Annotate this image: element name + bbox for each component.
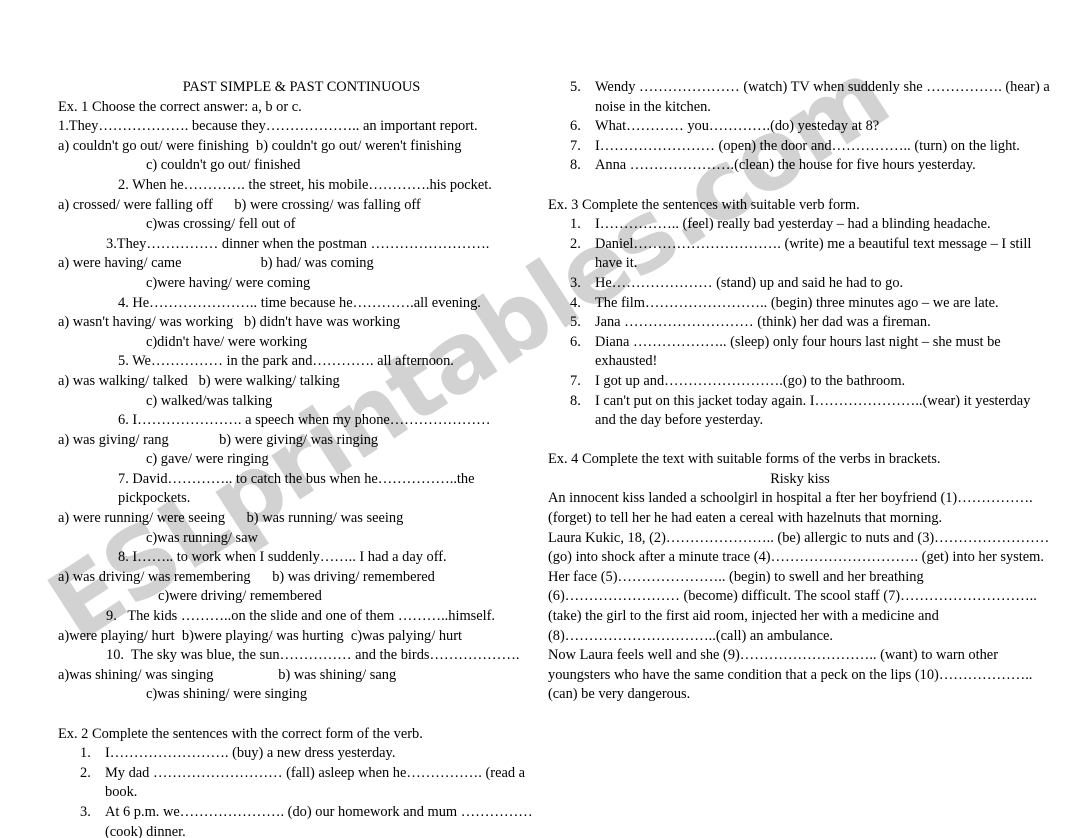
exercise-4-paragraph: Laura Kukic, 18, (2)………………….. (be) aller… (548, 529, 1050, 644)
list-item-text: At 6 p.m. we…………………. (do) our homework a… (105, 803, 533, 838)
exercise-1-line: 10. The sky was blue, the sun…………… and t… (106, 647, 520, 664)
list-item-number: 8. (570, 157, 581, 174)
exercise-1-line: 8. I…….. to work when I suddenly…….. I h… (118, 549, 447, 566)
list-item-number: 7. (570, 372, 581, 389)
exercise-1-line: c) couldn't go out/ finished (146, 157, 301, 174)
list-item: 7. I…………………… (open) the door and…………….. (… (548, 137, 1052, 157)
exercise-2-heading: Ex. 2 Complete the sentences with the co… (58, 725, 423, 742)
exercise-1-line: a) wasn't having/ was working b) didn't … (58, 314, 401, 331)
exercise-1-line: 1.They………………. because they……………….. an im… (58, 118, 478, 135)
exercise-1-line: 2. When he…………. the street, his mobile……… (118, 176, 492, 193)
exercise-3-list: 1. I…………….. (feel) really bad yesterday –… (548, 215, 1052, 431)
exercise-1-line: 7. David………….. to catch the bus when he…… (118, 470, 479, 507)
exercise-1-line: c) gave/ were ringing (146, 451, 269, 468)
exercise-3-heading: Ex. 3 Complete the sentences with suitab… (548, 196, 860, 213)
list-item-number: 3. (80, 803, 91, 820)
page-title: PAST SIMPLE & PAST CONTINUOUS (182, 79, 421, 95)
list-item: 4. The film…………………….. (begin) three minut… (548, 294, 1052, 314)
exercise-1-line: a)were playing/ hurt b)were playing/ was… (58, 627, 463, 644)
exercise-1-line: a) was walking/ talked b) were walking/ … (58, 372, 340, 389)
list-item: 8. I can't put on this jacket today again… (548, 392, 1052, 431)
list-item-number: 1. (570, 216, 581, 233)
exercise-1-line: a) was driving/ was remembering b) was d… (58, 568, 435, 585)
exercise-1-line: 5. We…………… in the park and…………. all afte… (118, 353, 454, 370)
exercise-2-list-continued: 5. Wendy ………………… (watch) TV when suddenly… (548, 78, 1052, 176)
exercise-1-lines: 1.They………………. because they……………….. an im… (58, 117, 545, 705)
exercise-2-list: 1. I……………………. (buy) a new dress yesterday… (58, 744, 545, 838)
list-item-text: I…………………… (open) the door and…………….. (tu… (595, 137, 1020, 154)
exercise-1-line: c)was running/ saw (146, 529, 258, 546)
list-item: 3. At 6 p.m. we…………………. (do) our homework… (58, 803, 545, 838)
list-item-number: 8. (570, 392, 581, 409)
exercise-1-line: 3.They…………… dinner when the postman …………… (106, 235, 490, 252)
list-item-number: 1. (80, 745, 91, 762)
exercise-4-paragraph: An innocent kiss landed a schoolgirl in … (548, 490, 1033, 527)
right-column: 5. Wendy ………………… (watch) TV when suddenly… (548, 78, 1052, 705)
list-item-number: 2. (570, 235, 581, 252)
list-item-text: I……………………. (buy) a new dress yesterday. (105, 745, 396, 762)
list-item-text: What………… you………….(do) yesteday at 8? (595, 118, 880, 135)
exercise-4-paragraph: Now Laura feels well and she (9)……………………… (548, 647, 1033, 703)
list-item-number: 6. (570, 118, 581, 135)
list-item-text: I can't put on this jacket today again. … (595, 392, 1031, 429)
left-column: PAST SIMPLE & PAST CONTINUOUS Ex. 1 Choo… (58, 78, 545, 838)
exercise-1-heading: Ex. 1 Choose the correct answer: a, b or… (58, 98, 302, 115)
worksheet-page: ESLprintables.com PAST SIMPLE & PAST CON… (0, 0, 1086, 838)
list-item: 6. What………… you………….(do) yesteday at 8? (548, 117, 1052, 137)
exercise-4-heading: Ex. 4 Complete the text with suitable fo… (548, 451, 941, 468)
list-item-text: Daniel…………………………. (write) me a beautiful… (595, 235, 1032, 272)
list-item-number: 4. (570, 294, 581, 311)
list-item-number: 7. (570, 137, 581, 154)
list-item-text: He………………… (stand) up and said he had to … (595, 274, 904, 291)
exercise-1-line: a) were running/ were seeing b) was runn… (58, 510, 404, 527)
list-item-number: 5. (570, 314, 581, 331)
list-item-text: My dad ……………………… (fall) asleep when he……… (105, 764, 526, 801)
list-item-text: The film…………………….. (begin) three minutes… (595, 294, 999, 311)
exercise-1-line: c)were driving/ remembered (158, 588, 322, 605)
exercise-1-line: 4. He………………….. time because he………….all e… (118, 294, 481, 311)
list-item-number: 3. (570, 274, 581, 291)
exercise-4-paragraphs: An innocent kiss landed a schoolgirl in … (548, 489, 1052, 705)
exercise-1-line: a) couldn't go out/ were finishing b) co… (58, 137, 462, 154)
exercise-1-line: c)was crossing/ fell out of (146, 216, 296, 233)
exercise-4-text-title: Risky kiss (770, 470, 830, 487)
list-item: 5. Jana ……………………… (think) her dad was a f… (548, 313, 1052, 333)
list-item-number: 6. (570, 333, 581, 350)
list-item: 6. Diana ……………….. (sleep) only four hours… (548, 333, 1052, 372)
exercise-1-line: a) crossed/ were falling off b) were cro… (58, 196, 421, 213)
list-item: 2. My dad ……………………… (fall) asleep when he… (58, 764, 545, 803)
list-item-text: Wendy ………………… (watch) TV when suddenly s… (595, 79, 1050, 115)
exercise-1-line: a)was shining/ was singing b) was shinin… (58, 666, 397, 683)
list-item: 1. I……………………. (buy) a new dress yesterday… (58, 744, 545, 764)
exercise-1-line: c)didn't have/ were working (146, 333, 308, 350)
list-item-text: Anna ………………….(clean) the house for five … (595, 157, 976, 174)
exercise-1-line: a) was giving/ rang b) were giving/ was … (58, 431, 379, 448)
list-item: 5. Wendy ………………… (watch) TV when suddenly… (548, 78, 1052, 117)
exercise-1-line: c)were having/ were coming (146, 274, 311, 291)
exercise-1-line: c)was shining/ were singing (146, 686, 308, 703)
list-item: 3. He………………… (stand) up and said he had t… (548, 274, 1052, 294)
list-item-text: I got up and…………………….(go) to the bathroo… (595, 372, 906, 389)
list-item: 1. I…………….. (feel) really bad yesterday –… (548, 215, 1052, 235)
exercise-1-line: c) walked/was talking (146, 392, 273, 409)
list-item-text: I…………….. (feel) really bad yesterday – h… (595, 216, 991, 233)
list-item: 8. Anna ………………….(clean) the house for fiv… (548, 156, 1052, 176)
exercise-1-line: 9. The kids ………..on the slide and one of… (106, 608, 496, 625)
list-item-text: Jana ……………………… (think) her dad was a fir… (595, 314, 931, 331)
exercise-1-line: a) were having/ came b) had/ was coming (58, 255, 374, 272)
list-item-number: 5. (570, 79, 581, 95)
exercise-1-line: 6. I…………………. a speech when my phone……………… (118, 412, 491, 429)
list-item-text: Diana ……………….. (sleep) only four hours l… (595, 333, 1001, 370)
list-item-number: 2. (80, 764, 91, 781)
list-item: 7. I got up and…………………….(go) to the bathr… (548, 372, 1052, 392)
list-item: 2. Daniel…………………………. (write) me a beautif… (548, 235, 1052, 274)
